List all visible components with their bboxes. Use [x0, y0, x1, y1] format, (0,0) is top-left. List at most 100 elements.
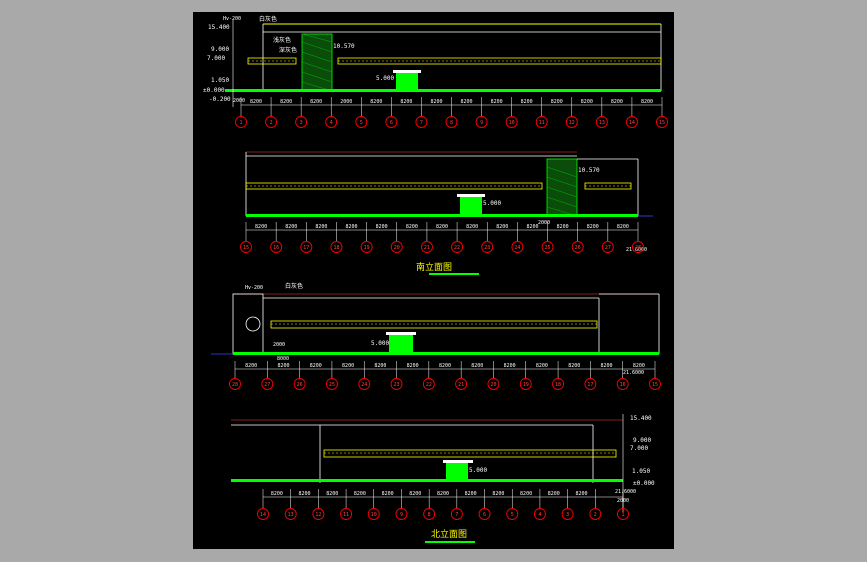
- level-10: 10.570: [578, 167, 600, 174]
- title-underline: [429, 273, 479, 275]
- dimension-label: 8200: [587, 224, 599, 230]
- window-strip: [584, 182, 632, 190]
- dimension-label: 8200: [581, 99, 593, 105]
- elevation-3: Hv-200 白灰色 5.000 2000 8000 21.6000 8200 8…: [211, 282, 661, 390]
- entrance-door: [446, 463, 468, 481]
- axis-label: 24: [361, 382, 367, 388]
- level-10: 10.570: [333, 43, 355, 50]
- dimension-label: 8200: [551, 99, 563, 105]
- entrance-door: [389, 335, 413, 353]
- axis-label: 2: [270, 120, 273, 126]
- dimension-label: 8200: [520, 491, 532, 497]
- axis-label: 8: [428, 512, 431, 518]
- dimension-label: 8200: [496, 224, 508, 230]
- dimension-label: 8200: [310, 99, 322, 105]
- axis-label: 7: [420, 120, 423, 126]
- dimension-label: 8200: [437, 491, 449, 497]
- dimension-label: 8200: [611, 99, 623, 105]
- axis-label: 12: [315, 512, 321, 518]
- dimension-label: 8200: [342, 363, 354, 369]
- dimension-label: 8200: [491, 99, 503, 105]
- axis-label: 27: [605, 245, 611, 251]
- axis-label: 6: [483, 512, 486, 518]
- dimension-label: 8200: [617, 224, 629, 230]
- dimension-label: 8200: [245, 363, 257, 369]
- axis-label: 15: [652, 382, 658, 388]
- dimension-label: 8200: [557, 224, 569, 230]
- dimension-label: 8200: [376, 224, 388, 230]
- dimension-label: 8200: [436, 224, 448, 230]
- dim-2000: 2000: [273, 342, 285, 348]
- dim-8000: 8000: [277, 356, 289, 362]
- ground-line: [233, 352, 659, 355]
- dimension-label: 8200: [439, 363, 451, 369]
- dimension-label: 8200: [466, 224, 478, 230]
- dimension-label: 8200: [400, 99, 412, 105]
- ground-line: [225, 89, 661, 92]
- axis-label: 20: [490, 382, 496, 388]
- dimension-label: 8200: [633, 363, 645, 369]
- axis-label: 21: [424, 245, 430, 251]
- dimension-label: 8200: [315, 224, 327, 230]
- level-0: ±0.000: [203, 87, 225, 94]
- dimension-label: 8200: [526, 224, 538, 230]
- finish-label: 白灰色: [285, 282, 303, 290]
- window-strip: [270, 320, 598, 329]
- stair-tower-hatch: [546, 158, 578, 217]
- level-top: 15.400: [630, 415, 652, 422]
- dimension-label: 8200: [326, 491, 338, 497]
- dimension-label: 8200: [601, 363, 613, 369]
- axis-label: 11: [343, 512, 349, 518]
- axis-label: 13: [288, 512, 294, 518]
- entrance-canopy: [386, 332, 416, 335]
- level-top: 15.400: [208, 24, 230, 31]
- elevation-title: 南立面图: [416, 261, 452, 273]
- dimension-label: 8200: [250, 99, 262, 105]
- elevation-drawing-sheet: 15.400 Hv-200 白灰色 浅灰色 深灰色 9.000 7.000 1.…: [203, 15, 668, 543]
- finish-label: 白灰色: [259, 15, 277, 23]
- level-5: 5.000: [469, 467, 487, 474]
- axis-label: 13: [599, 120, 605, 126]
- axis-label: 5: [511, 512, 514, 518]
- dimension-label: 8200: [430, 99, 442, 105]
- axis-label: 3: [300, 120, 303, 126]
- axis-label: 27: [264, 382, 270, 388]
- axis-label: 15: [243, 245, 249, 251]
- elevation-title: 北立面图: [431, 528, 467, 540]
- level-9: 9.000: [633, 437, 651, 444]
- axis-label: 7: [455, 512, 458, 518]
- axis-label: 24: [514, 245, 520, 251]
- entrance-door: [460, 197, 482, 214]
- axis-label: 28: [232, 382, 238, 388]
- axis-label: 25: [329, 382, 335, 388]
- axis-label: 26: [575, 245, 581, 251]
- dimension-label: 2000: [340, 99, 352, 105]
- left-wing: [232, 293, 264, 355]
- dimension-label: 8200: [406, 224, 418, 230]
- elevation-2: 10.570 5.000 2000 21.6000 8200 8200 8200 82…: [240, 151, 653, 275]
- axis-label: 18: [555, 382, 561, 388]
- entrance-canopy: [457, 194, 485, 197]
- dimension-label: 8200: [271, 491, 283, 497]
- level-5: 5.000: [376, 75, 394, 82]
- title-underline: [425, 541, 475, 543]
- level-9: 9.000: [211, 46, 229, 53]
- dimension-label: 8200: [255, 224, 267, 230]
- ground-line: [231, 479, 623, 482]
- level-0: ±0.000: [633, 480, 655, 487]
- stair-tower-hatch: [301, 33, 333, 92]
- dimension-label: 8200: [277, 363, 289, 369]
- axis-label: 20: [394, 245, 400, 251]
- dimension-label: 8200: [370, 99, 382, 105]
- cad-drawing-canvas[interactable]: 15.400 Hv-200 白灰色 浅灰色 深灰色 9.000 7.000 1.…: [193, 12, 674, 549]
- axis-label: 9: [400, 512, 403, 518]
- axis-label: 9: [480, 120, 483, 126]
- level-7: 7.000: [630, 445, 648, 452]
- level-neg: -0.200: [209, 96, 231, 103]
- axis-label: 6: [390, 120, 393, 126]
- dimension-label: 8200: [346, 224, 358, 230]
- entrance-canopy: [443, 460, 473, 463]
- dimension-label: 8200: [465, 491, 477, 497]
- dimension-label: 8200: [280, 99, 292, 105]
- axis-label: 1: [239, 120, 242, 126]
